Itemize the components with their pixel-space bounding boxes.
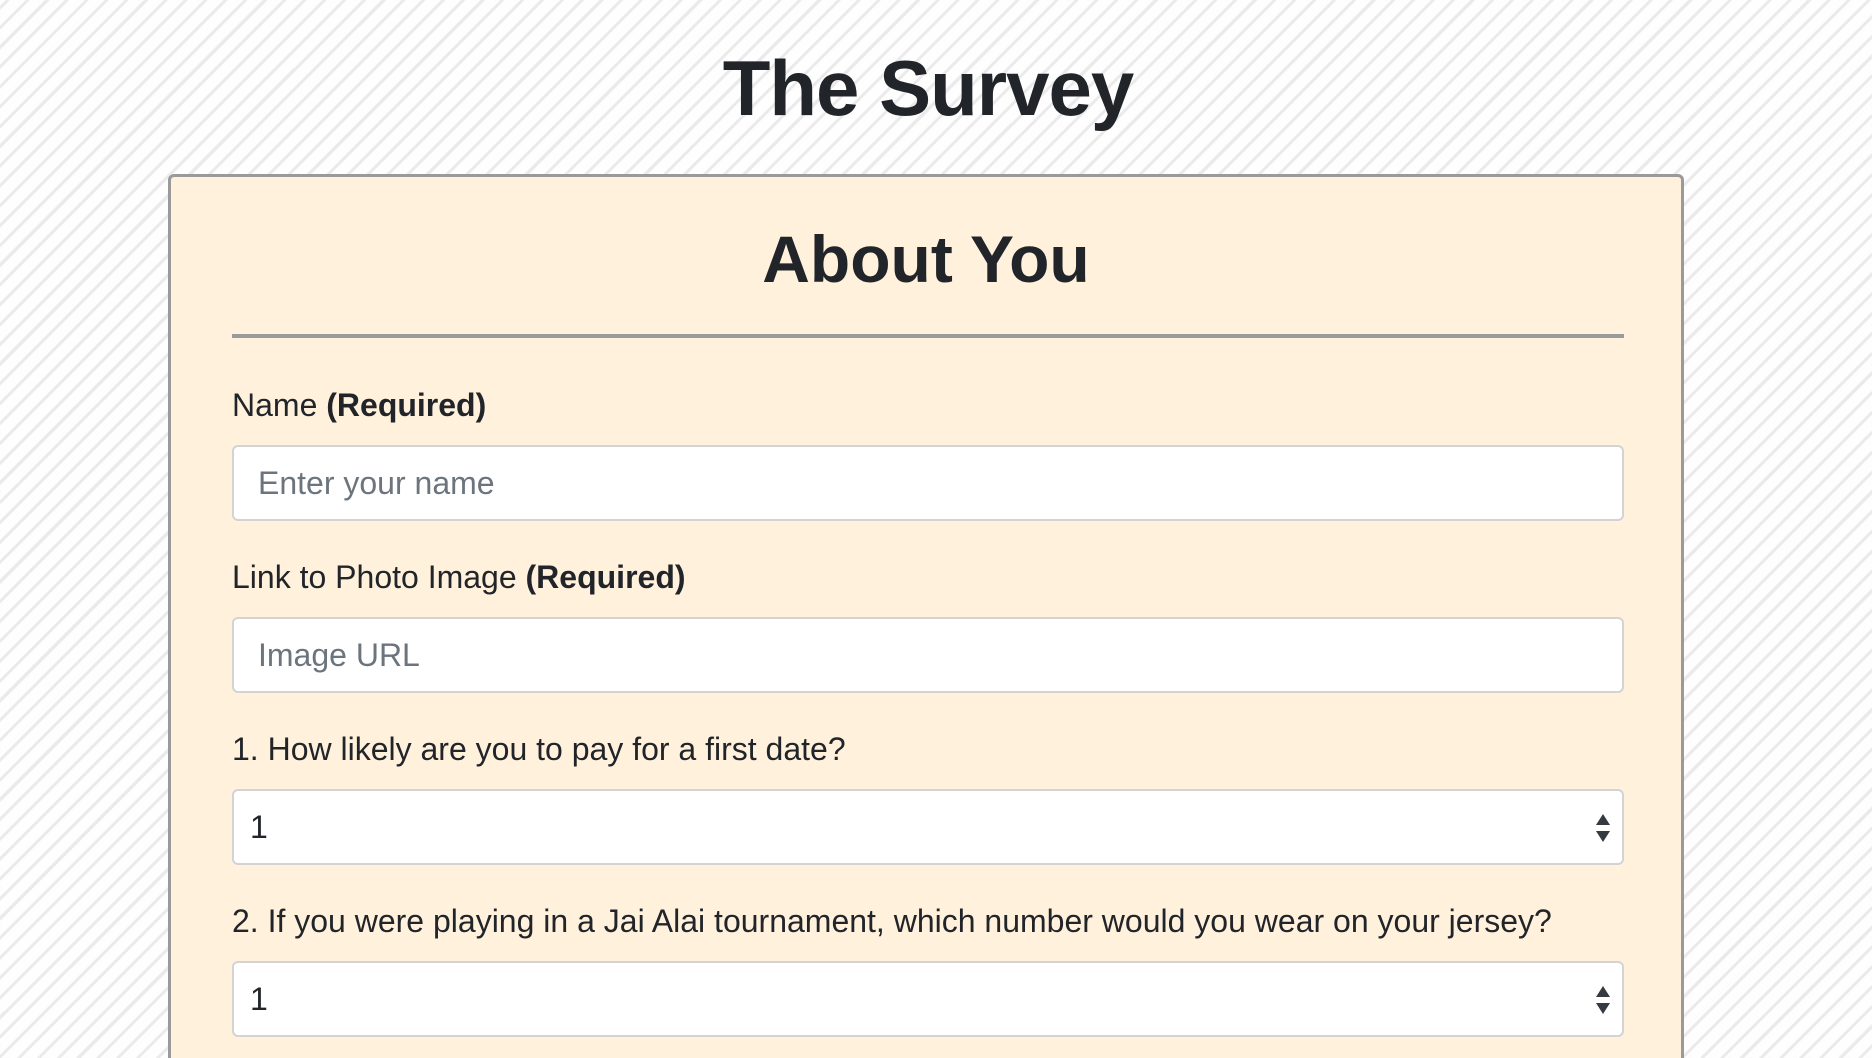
updown-chevron-icon [1596, 986, 1610, 1014]
updown-chevron-icon [1596, 814, 1610, 842]
name-required-badge: (Required) [326, 387, 487, 423]
survey-card: About You Name (Required) Link to Photo … [168, 174, 1684, 1058]
photo-url-input[interactable] [232, 617, 1624, 693]
page-title: The Survey [722, 44, 1135, 132]
question-2-label: 2. If you were playing in a Jai Alai tou… [232, 903, 1552, 939]
name-input[interactable] [232, 445, 1624, 521]
photo-label: Link to Photo Image (Required) [232, 557, 686, 597]
question-1-select[interactable]: 1 [232, 789, 1624, 865]
question-2-select[interactable]: 1 [232, 961, 1624, 1037]
name-label: Name (Required) [232, 385, 486, 425]
section-title: About You [762, 222, 1090, 296]
question-1-selected-value: 1 [250, 809, 268, 845]
question-2-selected-value: 1 [250, 981, 268, 1017]
question-1-label: 1. How likely are you to pay for a first… [232, 731, 846, 767]
photo-required-badge: (Required) [525, 559, 686, 595]
section-divider [232, 334, 1624, 338]
name-label-text: Name [232, 387, 318, 423]
photo-label-text: Link to Photo Image [232, 559, 517, 595]
